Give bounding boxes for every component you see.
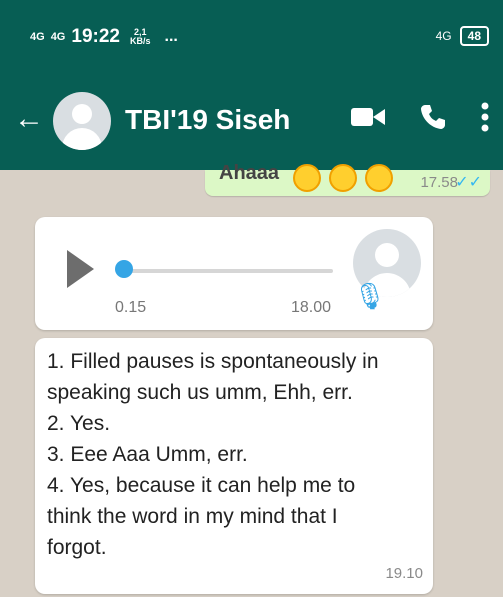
status-right: 4G 48 <box>436 26 489 46</box>
outgoing-text: Ahaaa <box>219 162 280 184</box>
message-line: 4. Yes, because it can help me to <box>47 474 356 497</box>
outgoing-time: 17.58 <box>420 174 458 191</box>
double-check-icon: ✓✓ <box>455 174 482 191</box>
phone-icon[interactable] <box>419 103 447 131</box>
microphone-icon: 🎙 <box>353 281 387 311</box>
network-2: 4G <box>50 30 66 43</box>
emoji <box>329 164 357 192</box>
incoming-time: 19.10 <box>385 565 423 582</box>
status-left: 4G 4G 19:22 2,1 KB/s ... <box>30 26 178 48</box>
video-call-icon[interactable] <box>351 105 385 129</box>
battery-indicator: 48 <box>459 26 489 46</box>
audio-track[interactable] <box>123 269 333 273</box>
message-line: 1. Filled pauses is spontaneously in <box>47 350 379 373</box>
chat-area[interactable]: Ahaaa 17.58 ✓✓ 0.15 18.00 🎙 1. Filled pa… <box>0 162 503 597</box>
speed-unit: KB/s <box>129 36 151 46</box>
seek-knob[interactable] <box>115 260 133 278</box>
more-notifications: ... <box>164 28 178 45</box>
back-arrow-icon[interactable]: ← <box>14 102 44 136</box>
chat-header: ← TBI'19 Siseh <box>0 74 503 170</box>
status-time: 19:22 <box>71 26 120 47</box>
speed-indicator: 2,1 KB/s <box>130 28 151 46</box>
emoji <box>365 164 393 192</box>
more-vertical-icon[interactable] <box>481 102 489 132</box>
message-line: 3. Eee Aaa Umm, err. <box>47 443 248 466</box>
play-icon[interactable] <box>67 250 94 288</box>
emoji <box>293 164 321 192</box>
voice-current-time: 0.15 <box>115 299 147 316</box>
incoming-text-message[interactable]: 1. Filled pauses is spontaneously in spe… <box>35 338 433 594</box>
message-line: speaking such us umm, Ehh, err. <box>47 381 353 404</box>
status-bar: 4G 4G 19:22 2,1 KB/s ... 4G 48 <box>0 0 503 74</box>
message-line: forgot. <box>47 536 107 559</box>
voice-duration: 18.00 <box>291 299 332 316</box>
right-network: 4G <box>435 29 452 43</box>
message-line: think the word in my mind that I <box>47 505 338 528</box>
network-1: 4G <box>30 30 45 43</box>
header-actions <box>351 102 489 132</box>
message-line: 2. Yes. <box>47 412 111 435</box>
group-avatar[interactable] <box>53 92 111 150</box>
chat-title[interactable]: TBI'19 Siseh <box>125 104 290 136</box>
voice-message[interactable]: 0.15 18.00 🎙 <box>35 217 433 330</box>
emoji-row <box>293 164 393 192</box>
message-lines: 1. Filled pauses is spontaneously in spe… <box>47 346 425 563</box>
outgoing-message[interactable]: Ahaaa 17.58 ✓✓ <box>205 162 490 196</box>
